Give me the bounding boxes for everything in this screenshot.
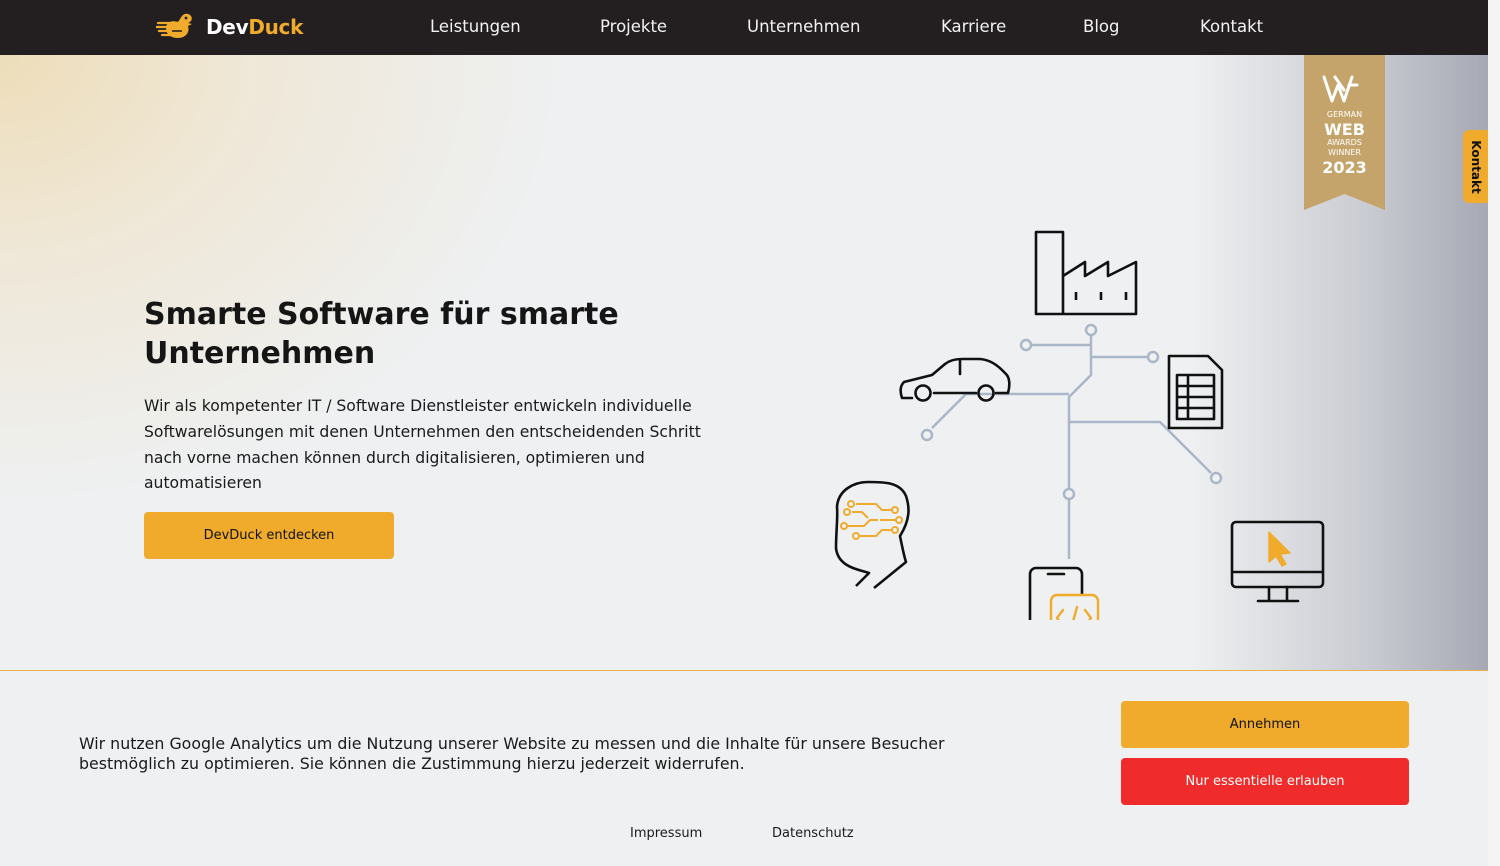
network-illustration <box>834 230 1325 620</box>
award-line-web: WEB <box>1324 120 1365 139</box>
nav-item-leistungen[interactable]: Leistungen <box>430 17 521 37</box>
discover-button[interactable]: DevDuck entdecken <box>144 512 394 559</box>
logo-text: DevDuck <box>206 15 303 39</box>
page-scrollbar[interactable] <box>1488 0 1500 866</box>
cookie-banner: Wir nutzen Google Analytics um die Nutzu… <box>0 671 1488 866</box>
nav-item-unternehmen[interactable]: Unternehmen <box>747 17 860 37</box>
spreadsheet-icon <box>1167 354 1224 430</box>
nav-item-karriere[interactable]: Karriere <box>941 17 1006 37</box>
award-year: 2023 <box>1322 158 1367 177</box>
monitor-cursor-icon <box>1230 520 1325 603</box>
award-line-awards: AWARDS <box>1327 138 1362 147</box>
accept-cookies-button[interactable]: Annehmen <box>1121 701 1409 748</box>
hero-section: Smarte Software für smarte Unternehmen W… <box>0 55 1488 671</box>
hero-description: Wir als kompetenter IT / Software Dienst… <box>144 397 701 493</box>
hero-title: Smarte Software für smarte Unternehmen <box>144 297 619 371</box>
logo-text-dev: Dev <box>206 15 249 39</box>
side-contact-tab-label: Kontakt <box>1468 139 1483 194</box>
nav-item-projekte[interactable]: Projekte <box>600 17 667 37</box>
ai-head-icon <box>834 480 910 590</box>
privacy-link[interactable]: Datenschutz <box>772 826 854 841</box>
nav-item-blog[interactable]: Blog <box>1083 17 1119 37</box>
duck-logo-icon <box>156 13 192 38</box>
imprint-link[interactable]: Impressum <box>630 826 702 841</box>
side-contact-tab[interactable]: Kontakt <box>1463 130 1488 203</box>
smartphone-code-icon <box>1028 566 1100 620</box>
essential-cookies-button[interactable]: Nur essentielle erlauben <box>1121 758 1409 805</box>
logo-text-duck: Duck <box>248 15 304 39</box>
devduck-logo[interactable]: DevDuck <box>156 10 303 44</box>
factory-icon <box>1034 230 1138 316</box>
german-web-awards-badge: GERMAN WEB AWARDS WINNER 2023 <box>1304 55 1385 210</box>
nav-item-kontakt[interactable]: Kontakt <box>1200 17 1263 37</box>
award-line-winner: WINNER <box>1328 148 1361 157</box>
car-icon <box>899 357 1011 402</box>
award-line-german: GERMAN <box>1326 110 1363 119</box>
cookie-text: Wir nutzen Google Analytics um die Nutzu… <box>79 734 945 773</box>
top-navigation: DevDuck Leistungen Projekte Unternehmen … <box>0 0 1488 55</box>
